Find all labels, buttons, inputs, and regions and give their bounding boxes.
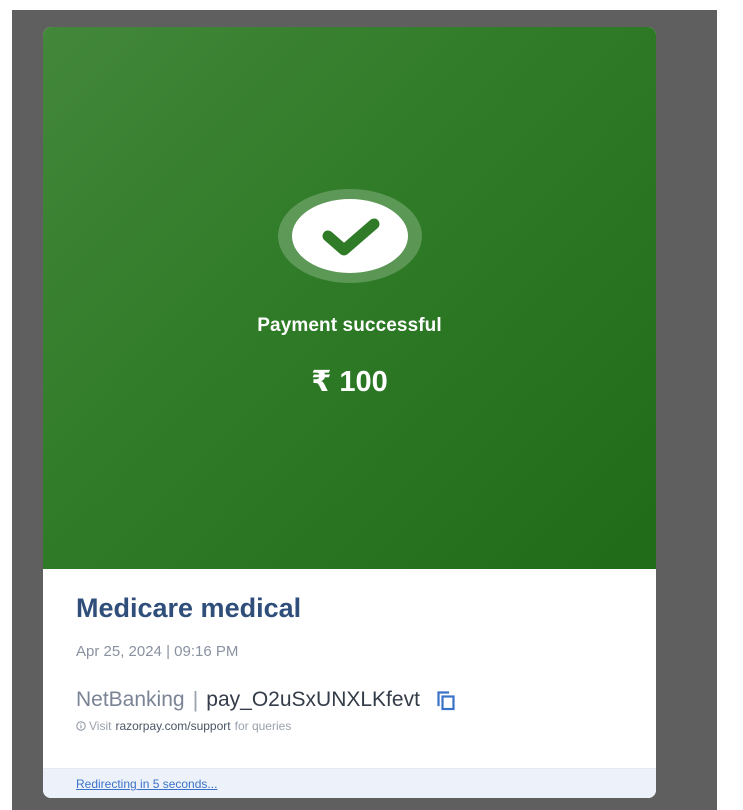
payment-details: Medicare medical Apr 25, 2024 | 09:16 PM… [43, 569, 656, 798]
support-prefix: Visit [89, 719, 112, 733]
payment-datetime: Apr 25, 2024 | 09:16 PM [76, 643, 239, 660]
success-check-icon [278, 189, 422, 283]
support-note: Visit razorpay.com/support for queries [76, 719, 291, 733]
payment-method: NetBanking [76, 688, 185, 711]
payment-receipt-card: Payment successful ₹ 100 Medicare medica… [43, 27, 656, 798]
redirect-link[interactable]: Redirecting in 5 seconds... [76, 777, 217, 791]
payment-id: pay_O2uSxUNXLKfevt [206, 688, 420, 711]
copy-icon[interactable] [436, 690, 456, 711]
check-circle-icon [292, 199, 408, 273]
merchant-name: Medicare medical [76, 593, 302, 623]
support-suffix: for queries [234, 719, 292, 733]
info-icon [76, 721, 86, 731]
separator: | [192, 687, 199, 712]
support-link[interactable]: razorpay.com/support [115, 719, 230, 733]
redirect-footer: Redirecting in 5 seconds... [43, 768, 656, 798]
payment-amount: ₹ 100 [311, 366, 388, 398]
payment-status-text: Payment successful [257, 315, 442, 336]
payment-method-row: NetBanking | pay_O2uSxUNXLKfevt [76, 685, 456, 715]
success-banner: Payment successful ₹ 100 [43, 27, 656, 569]
